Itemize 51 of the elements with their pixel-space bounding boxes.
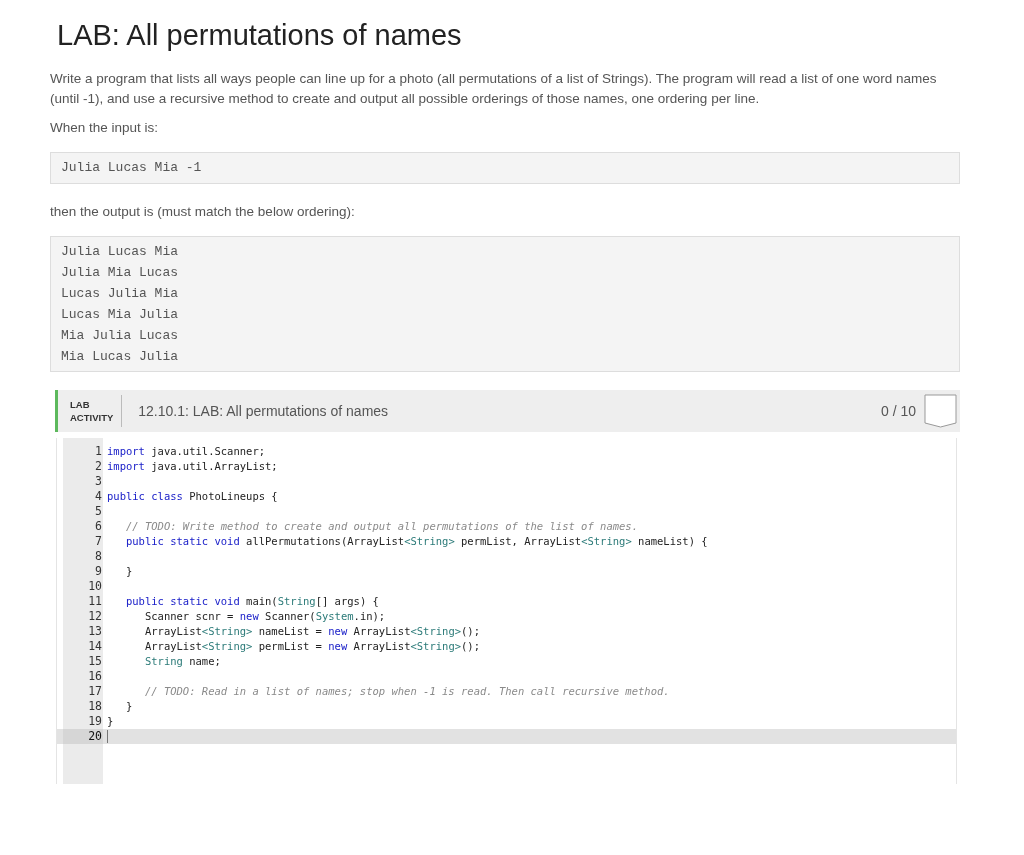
code-line: String name; (143, 653, 221, 669)
line-number: 18 (87, 699, 103, 714)
line-number: 9 (94, 564, 103, 579)
text-cursor (107, 730, 108, 743)
output-line: Lucas Julia Mia (61, 285, 179, 303)
line-number: 4 (94, 489, 103, 504)
code-line: ArrayList<String> nameList = new ArrayList<String>(); (143, 623, 480, 639)
code-line: import java.util.Scanner; (107, 443, 266, 459)
line-number: 3 (94, 474, 103, 489)
output-line: Mia Julia Lucas (61, 327, 179, 345)
line-number: 7 (94, 534, 103, 549)
line-number: 2 (94, 459, 103, 474)
line-number: 8 (94, 549, 103, 564)
output-line: Mia Lucas Julia (61, 348, 179, 366)
line-number: 17 (87, 684, 103, 699)
line-number: 11 (87, 594, 103, 609)
input-label: When the input is: (50, 119, 159, 137)
output-line: Julia Lucas Mia (61, 243, 179, 261)
code-line: } (107, 713, 114, 729)
line-number: 6 (94, 519, 103, 534)
line-number: 12 (87, 609, 103, 624)
output-line: Lucas Mia Julia (61, 306, 179, 324)
code-line: public static void main(String[] args) { (124, 593, 379, 609)
line-number: 1 (94, 444, 103, 459)
description-paragraph: Write a program that lists all ways people can line up for a photo (all permutations of a list of Strings). The program will read a list of one word names (until -1), and use a recursive method to create and output all possible orderings of those names, one ordering per line. (50, 70, 938, 108)
line-number: 16 (87, 669, 103, 684)
line-number: 5 (94, 504, 103, 519)
line-number: 14 (87, 639, 103, 654)
code-line: public class PhotoLineups { (107, 488, 278, 504)
input-line: Julia Lucas Mia -1 (61, 159, 202, 177)
code-line: ArrayList<String> permList = new ArrayList<String>(); (143, 638, 480, 654)
badge-text: LAB (70, 398, 91, 411)
page-title: LAB: All permutations of names (57, 18, 462, 52)
code-line: } (124, 698, 133, 714)
line-number: 19 (87, 714, 103, 729)
line-number: 20 (63, 729, 103, 744)
activity-title: 12.10.1: LAB: All permutations of names (138, 401, 389, 421)
code-line: // TODO: Write method to create and output all permutations of the list of names. (124, 518, 638, 534)
code-line: import java.util.ArrayList; (107, 458, 278, 474)
output-label: then the output is (must match the below ordering): (50, 203, 355, 221)
line-number: 13 (87, 624, 103, 639)
output-line: Julia Mia Lucas (61, 264, 179, 282)
line-number: 15 (87, 654, 103, 669)
code-line: // TODO: Read in a list of names; stop when -1 is read. Then call recursive method. (143, 683, 670, 699)
score-text: 0 / 10 (880, 401, 916, 421)
score-shield-icon (924, 394, 957, 428)
code-line: Scanner scnr = new Scanner(System.in); (143, 608, 386, 624)
code-line: public static void allPermutations(ArrayList<String> permList, ArrayList<String> nameList) { (124, 533, 708, 549)
code-line: } (124, 563, 133, 579)
badge-text: ACTIVITY (70, 411, 114, 424)
line-number: 10 (87, 579, 103, 594)
